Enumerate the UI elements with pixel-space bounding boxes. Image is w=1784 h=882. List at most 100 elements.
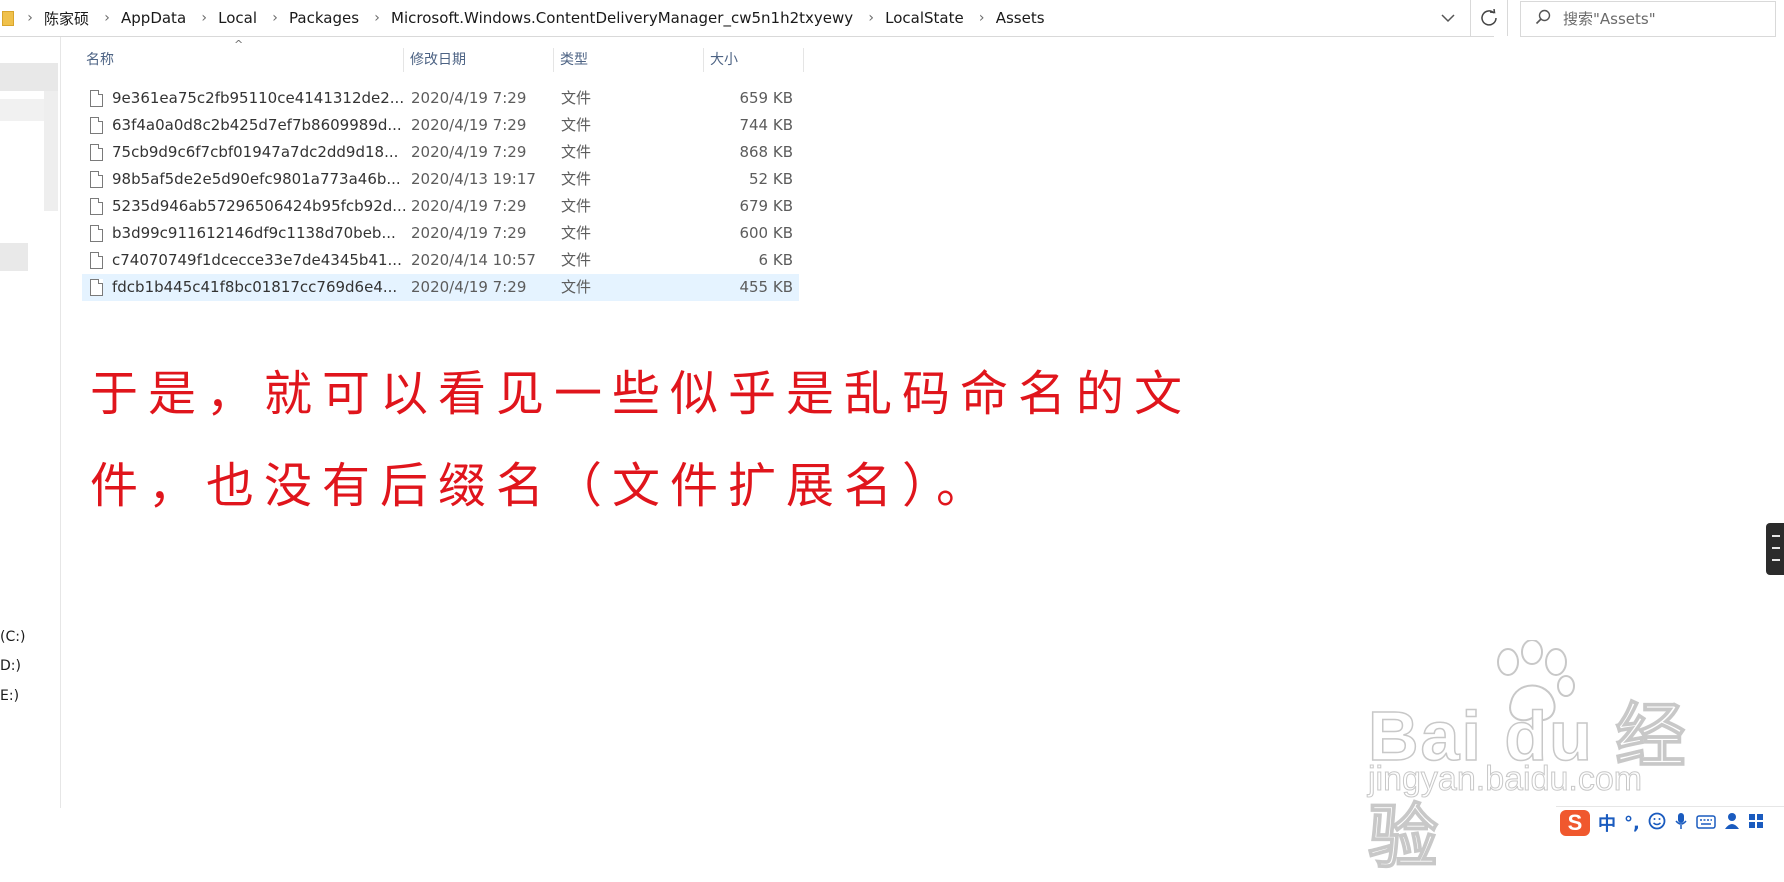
nav-item-blurred[interactable] <box>44 91 58 211</box>
file-name: 9e361ea75c2fb95110ce4141312de2... <box>112 89 405 107</box>
ime-mode-toggle[interactable]: 中 <box>1598 810 1616 836</box>
nav-item-blurred[interactable] <box>0 99 44 121</box>
file-type: 文件 <box>561 116 592 134</box>
file-row[interactable]: 98b5af5de2e5d90efc9801a773a46b... 2020/4… <box>82 166 799 193</box>
file-type: 文件 <box>561 197 592 215</box>
file-row[interactable]: 63f4a0a0d8c2b425d7ef7b8609989d... 2020/4… <box>82 112 799 139</box>
caption-line-1: 于是，就可以看见一些似乎是乱码命名的文 <box>90 366 1193 422</box>
file-row[interactable]: 9e361ea75c2fb95110ce4141312de2... 2020/4… <box>82 85 799 112</box>
breadcrumb-item[interactable]: AppData <box>119 9 192 27</box>
ime-punctuation-toggle[interactable]: °, <box>1624 813 1640 834</box>
emoji-icon[interactable] <box>1648 812 1666 835</box>
breadcrumb-item[interactable]: Local <box>216 9 263 27</box>
grid-icon[interactable] <box>1748 813 1764 834</box>
column-header-date[interactable]: 修改日期 <box>406 48 554 72</box>
handle-line <box>1772 559 1780 561</box>
file-name: 5235d946ab57296506424b95fcb92d... <box>112 197 407 215</box>
file-row[interactable]: c74070749f1dcecce33e7de4345b41... 2020/4… <box>82 247 799 274</box>
keyboard-icon[interactable] <box>1696 813 1716 834</box>
handle-line <box>1772 547 1780 549</box>
file-type: 文件 <box>561 170 592 188</box>
file-size: 6 KB <box>758 251 793 269</box>
file-name: c74070749f1dcecce33e7de4345b41... <box>112 251 402 269</box>
file-type: 文件 <box>561 251 592 269</box>
file-name: 75cb9d9c6f7cbf01947a7dc2dd9d18... <box>112 143 399 161</box>
breadcrumb-item[interactable]: 陈家硕 <box>42 8 95 29</box>
file-date: 2020/4/13 19:17 <box>411 170 536 188</box>
file-type: 文件 <box>561 89 592 107</box>
breadcrumb-item-current[interactable]: Assets <box>994 9 1051 27</box>
file-date: 2020/4/19 7:29 <box>411 89 527 107</box>
file-icon <box>90 144 103 161</box>
breadcrumb-separator[interactable]: › <box>263 10 287 26</box>
microphone-icon[interactable] <box>1674 812 1688 835</box>
column-header-type[interactable]: 类型 <box>556 48 704 72</box>
refresh-button[interactable] <box>1470 0 1508 36</box>
file-size: 659 KB <box>739 89 793 107</box>
folder-icon <box>2 10 14 26</box>
file-type: 文件 <box>561 224 592 242</box>
file-row[interactable]: 5235d946ab57296506424b95fcb92d... 2020/4… <box>82 193 799 220</box>
navigation-pane[interactable]: (C:) D:) E:) <box>0 37 61 808</box>
search-icon <box>1535 9 1561 29</box>
file-date: 2020/4/19 7:29 <box>411 116 527 134</box>
file-date: 2020/4/19 7:29 <box>411 224 527 242</box>
file-icon <box>90 252 103 269</box>
user-icon[interactable] <box>1724 812 1740 835</box>
search-box[interactable] <box>1520 1 1776 37</box>
file-date: 2020/4/19 7:29 <box>411 278 527 296</box>
file-icon <box>90 171 103 188</box>
breadcrumb-item[interactable]: Packages <box>287 9 365 27</box>
nav-drive-c[interactable]: (C:) <box>0 629 25 645</box>
file-date: 2020/4/19 7:29 <box>411 143 527 161</box>
refresh-icon <box>1481 9 1497 26</box>
sogou-logo-icon[interactable]: S <box>1560 810 1590 836</box>
file-icon <box>90 90 103 107</box>
breadcrumb-separator[interactable]: › <box>192 10 216 26</box>
nav-drive-d[interactable]: D:) <box>0 658 21 674</box>
file-size: 868 KB <box>739 143 793 161</box>
watermark-url: jingyan.baidu.com <box>1367 760 1643 799</box>
side-handle[interactable] <box>1766 523 1784 575</box>
file-date: 2020/4/19 7:29 <box>411 197 527 215</box>
breadcrumb-separator[interactable]: › <box>365 10 389 26</box>
file-size: 455 KB <box>739 278 793 296</box>
caption-line-2: 件，也没有后缀名（文件扩展名）。 <box>90 458 995 514</box>
file-size: 679 KB <box>739 197 793 215</box>
file-icon <box>90 225 103 242</box>
file-row-selected[interactable]: fdcb1b445c41f8bc01817cc769d6e4... 2020/4… <box>82 274 799 301</box>
file-name: b3d99c911612146df9c1138d70beb... <box>112 224 396 242</box>
file-name: fdcb1b445c41f8bc01817cc769d6e4... <box>112 278 398 296</box>
nav-item-blurred[interactable] <box>0 243 28 271</box>
address-dropdown-button[interactable] <box>1432 4 1464 32</box>
ime-toolbar[interactable]: S 中 °, <box>1556 806 1784 839</box>
file-date: 2020/4/14 10:57 <box>411 251 536 269</box>
breadcrumb-separator[interactable]: › <box>859 10 883 26</box>
breadcrumb-item[interactable]: Microsoft.Windows.ContentDeliveryManager… <box>389 9 859 27</box>
file-type: 文件 <box>561 278 592 296</box>
breadcrumb[interactable]: › 陈家硕 › AppData › Local › Packages › Mic… <box>0 0 1051 36</box>
file-size: 744 KB <box>739 116 793 134</box>
file-name: 98b5af5de2e5d90efc9801a773a46b... <box>112 170 401 188</box>
search-input[interactable] <box>1561 9 1765 29</box>
file-icon <box>90 198 103 215</box>
breadcrumb-separator[interactable]: › <box>970 10 994 26</box>
nav-drive-e[interactable]: E:) <box>0 688 19 704</box>
baidu-jingyan-watermark: Bai du 经验 jingyan.baidu.com <box>1367 640 1698 877</box>
file-row[interactable]: b3d99c911612146df9c1138d70beb... 2020/4/… <box>82 220 799 247</box>
file-row[interactable]: 75cb9d9c6f7cbf01947a7dc2dd9d18... 2020/4… <box>82 139 799 166</box>
handle-line <box>1772 535 1780 537</box>
breadcrumb-separator[interactable]: › <box>18 10 42 26</box>
file-size: 600 KB <box>739 224 793 242</box>
breadcrumb-item[interactable]: LocalState <box>883 9 970 27</box>
file-icon <box>90 279 103 296</box>
file-size: 52 KB <box>749 170 793 188</box>
chevron-down-icon <box>1441 14 1455 23</box>
column-header-size[interactable]: 大小 <box>706 48 804 72</box>
column-header-name[interactable]: 名称 <box>82 48 404 72</box>
file-name: 63f4a0a0d8c2b425d7ef7b8609989d... <box>112 116 402 134</box>
annotation-caption: 于是，就可以看见一些似乎是乱码命名的文 件，也没有后缀名（文件扩展名）。 <box>90 348 1270 532</box>
breadcrumb-separator[interactable]: › <box>95 10 119 26</box>
nav-item-blurred[interactable] <box>0 63 58 91</box>
file-icon <box>90 117 103 134</box>
